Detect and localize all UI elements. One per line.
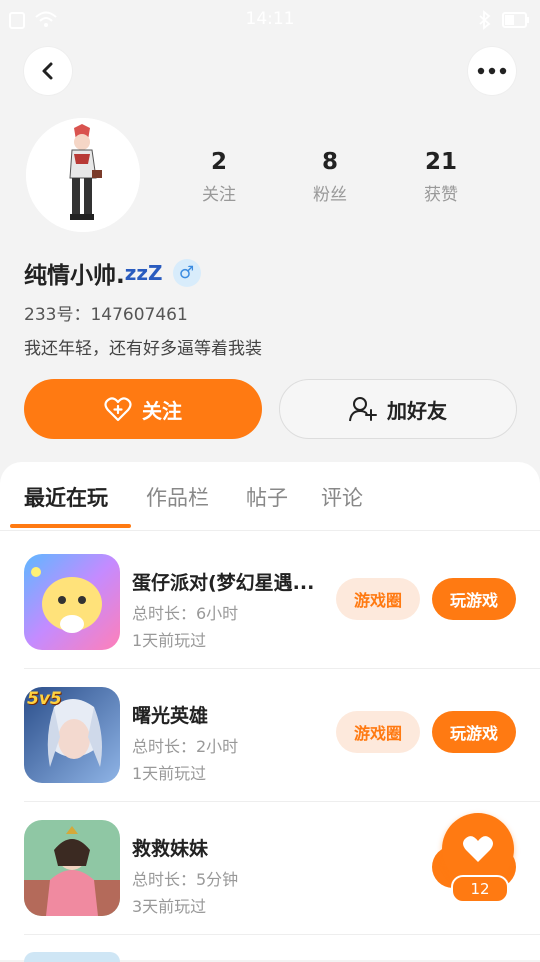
- stat-likes-label: 获赞: [424, 185, 458, 205]
- heart-icon: [463, 836, 493, 862]
- game-circle-button[interactable]: 游戏圈: [336, 578, 420, 620]
- game-last-played: 1天前玩过: [132, 631, 207, 650]
- game-last-played: 3天前玩过: [132, 897, 207, 916]
- game-icon-eggy-party: [24, 554, 120, 650]
- game-last-played: 1天前玩过: [132, 764, 207, 783]
- tab-recently-played[interactable]: 最近在玩: [24, 482, 108, 512]
- stat-following[interactable]: 2 关注: [164, 148, 274, 205]
- game-duration: 总时长：6小时: [132, 604, 239, 623]
- game-icon-dawn-hero: 5v5: [24, 687, 120, 783]
- play-game-button[interactable]: 玩游戏: [432, 578, 516, 620]
- stat-likes[interactable]: 21 获赞: [386, 148, 496, 205]
- game-circle-button[interactable]: 游戏圈: [336, 711, 420, 753]
- next-game-icon-partial: [24, 952, 120, 962]
- avatar[interactable]: [26, 118, 140, 232]
- nickname-sleep-suffix: zzZ: [124, 261, 163, 285]
- stat-following-label: 关注: [202, 185, 236, 205]
- more-options-button[interactable]: [468, 47, 516, 95]
- status-right-icons: [478, 10, 530, 30]
- game-item[interactable]: 蛋仔派对(梦幻星遇... 总时长：6小时 1天前玩过 游戏圈 玩游戏: [0, 530, 540, 663]
- tab-works[interactable]: 作品栏: [146, 482, 209, 512]
- tab-posts[interactable]: 帖子: [246, 482, 288, 512]
- game-name: 蛋仔派对(梦幻星遇...: [132, 572, 315, 594]
- heart-plus-icon: [104, 397, 132, 422]
- nickname-text: 纯情小帅.: [24, 263, 125, 289]
- add-friend-button[interactable]: 加好友: [279, 379, 517, 439]
- active-tab-indicator: [10, 524, 131, 528]
- play-game-button[interactable]: 玩游戏: [432, 711, 516, 753]
- add-friend-button-label: 加好友: [387, 398, 447, 423]
- stat-fans[interactable]: 8 粉丝: [275, 148, 385, 205]
- male-gender-icon: ♂: [172, 259, 201, 287]
- game-duration: 总时长：2小时: [132, 737, 239, 756]
- game-badge-5v5: 5v5: [27, 689, 62, 709]
- user-bio: 我还年轻，还有好多逼等着我装: [24, 339, 262, 359]
- status-time: 14:11: [245, 9, 295, 29]
- game-name: 救救妹妹: [132, 838, 209, 860]
- game-icon-save-sister: [24, 820, 120, 916]
- more-dots-icon: [477, 67, 507, 75]
- status-bar: 14:11: [0, 0, 540, 40]
- bluetooth-icon: [479, 10, 491, 30]
- tab-comments[interactable]: 评论: [321, 482, 363, 512]
- follow-button-label: 关注: [142, 398, 182, 423]
- tab-bar: 最近在玩 作品栏 帖子 评论: [0, 462, 540, 531]
- game-name: 曙光英雄: [132, 705, 209, 727]
- back-button[interactable]: [24, 47, 72, 95]
- game-duration: 总时长：5分钟: [132, 870, 239, 889]
- stat-fans-label: 粉丝: [313, 185, 347, 205]
- game-item[interactable]: 5v5 曙光英雄 总时长：2小时 1天前玩过 游戏圈 玩游戏: [0, 663, 540, 796]
- stat-fans-count: 8: [321, 149, 338, 175]
- like-count-badge: 12: [451, 875, 509, 903]
- nickname: 纯情小帅. zzZ ♂: [24, 256, 201, 290]
- stat-likes-count: 21: [424, 149, 457, 175]
- follow-button[interactable]: 关注: [24, 379, 262, 439]
- stat-following-count: 2: [210, 149, 227, 175]
- divider: [24, 934, 540, 935]
- user-id: 233号：147607461: [24, 305, 188, 325]
- battery-icon: [502, 12, 529, 28]
- avatar-character-image: [26, 118, 140, 232]
- add-user-icon: [349, 397, 377, 422]
- chevron-left-icon: [42, 62, 53, 80]
